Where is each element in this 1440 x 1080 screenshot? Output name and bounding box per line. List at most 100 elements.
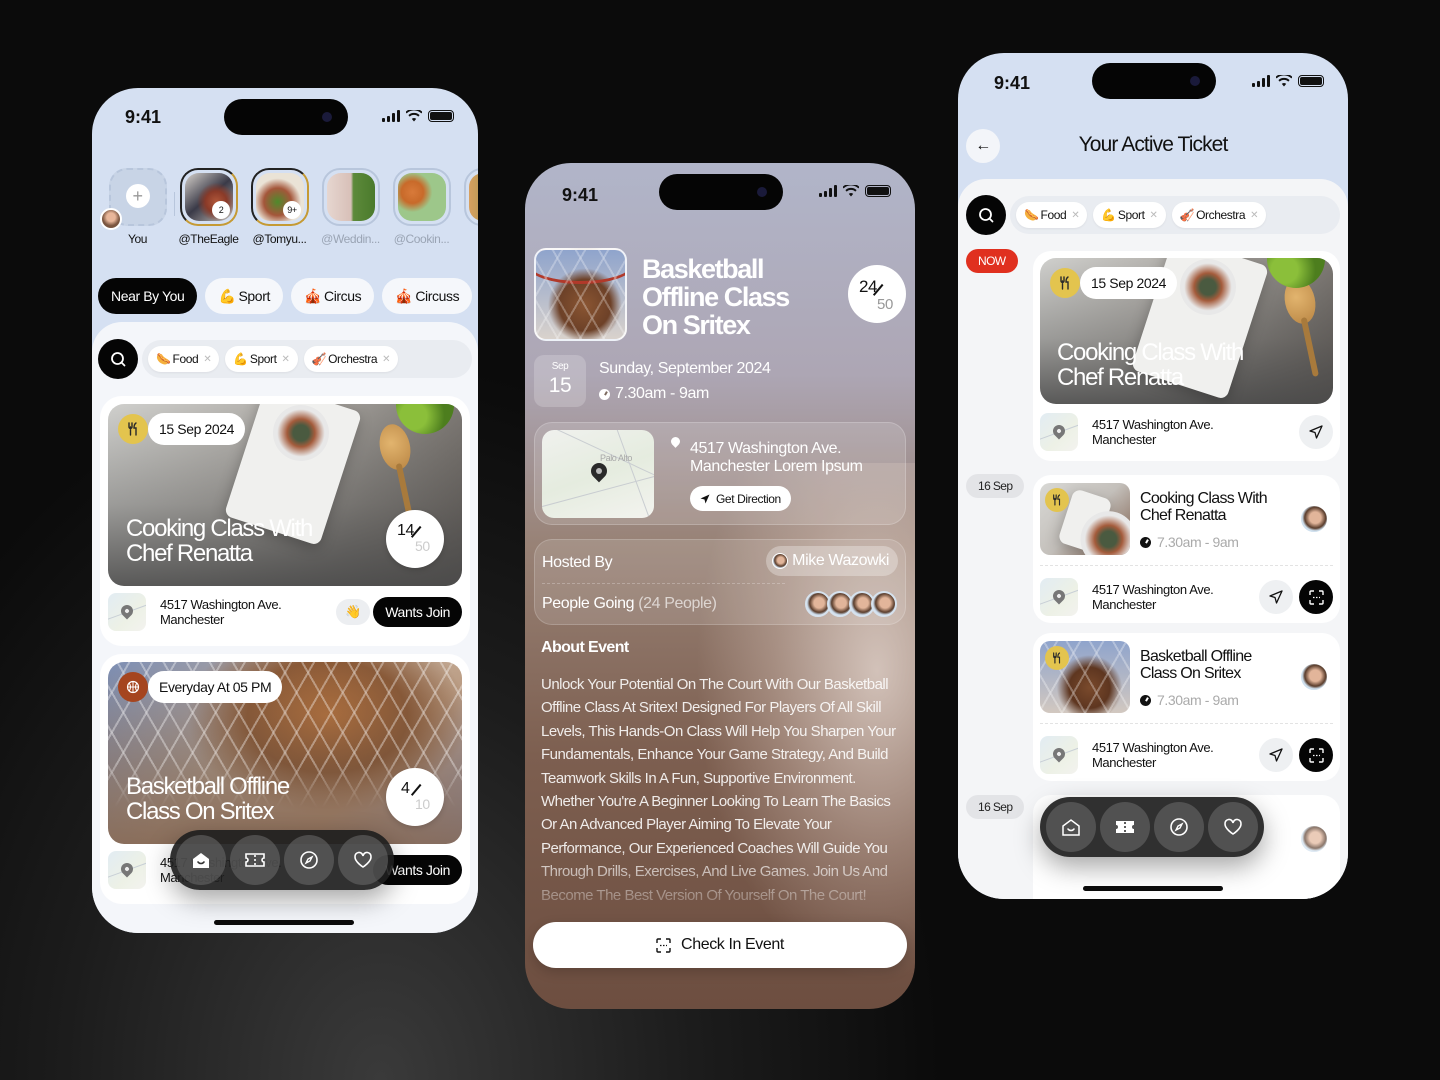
scan-icon [656,937,671,953]
divider [1040,565,1333,566]
event-title: Cooking Class With Chef Renatta [126,515,313,567]
wifi-icon [1276,75,1292,87]
story-item[interactable]: @ [457,168,478,246]
event-card[interactable]: 15 Sep 2024 Cooking Class With Chef Rena… [100,396,470,646]
scan-ticket-button[interactable] [1299,738,1333,772]
nav-favorites[interactable] [1208,802,1258,852]
heart-icon [354,851,372,868]
chip-circus[interactable]: 🎪 Circus [290,278,375,314]
close-icon[interactable]: ✕ [282,354,290,365]
battery-icon [865,185,891,197]
directions-button[interactable] [1299,415,1333,449]
search-icon [111,352,126,367]
filter-tag-sport[interactable]: 💪 Sport ✕ [1093,202,1166,228]
nav-home[interactable] [176,835,226,885]
nav-tickets[interactable] [1100,802,1150,852]
close-icon[interactable]: ✕ [1071,210,1079,221]
chip-near-by-you[interactable]: Near By You [98,278,198,314]
nav-explore[interactable] [1154,802,1204,852]
ticket-card[interactable]: 15 Sep 2024 Cooking Class With Chef Rena… [1033,251,1340,461]
filter-tag-food[interactable]: 🌭 Food ✕ [1016,202,1088,228]
filter-field[interactable]: 🌭 Food ✕ 💪 Sport ✕ 🎻 Orchestra ✕ [1010,196,1340,234]
chip-circuss[interactable]: 🎪 Circuss [382,278,473,314]
filter-tag-orchestra[interactable]: 🎻 Orchestra ✕ [303,346,399,372]
food-category-badge [118,414,148,444]
add-story-button[interactable]: + You [100,168,173,246]
wave-icon: 👋 [345,604,361,619]
violin-icon: 🎻 [1179,208,1195,222]
attendee-avatars[interactable] [805,591,897,617]
ticket-card[interactable]: Cooking Class With Chef Renatta 7.30am -… [1033,475,1340,623]
map-preview[interactable]: Palo Alto [542,430,654,518]
event-image: 15 Sep 2024 Cooking Class With Chef Rena… [1040,258,1333,404]
clock-icon [1140,694,1151,706]
host-avatar [1300,505,1328,533]
dynamic-island [1092,63,1216,99]
search-icon [979,208,994,223]
story-label: You [127,232,148,246]
filter-field[interactable]: 🌭 Food ✕ 💪 Sport ✕ 🎻 Orchestra ✕ [142,340,472,378]
filter-tag-orchestra[interactable]: 🎻 Orchestra ✕ [1171,202,1267,228]
nav-explore[interactable] [284,835,334,885]
event-time: 7.30am - 9am [1140,534,1239,550]
signal-icon [1252,75,1270,87]
map-thumbnail[interactable] [1040,413,1078,451]
basketball-icon [126,680,140,694]
host-chip[interactable]: Mike Wazowki [766,546,898,576]
basketball-category-badge [118,672,148,702]
story-item[interactable]: @Weddin... [315,168,386,246]
close-icon[interactable]: ✕ [203,354,211,365]
wave-button[interactable]: 👋 [336,599,370,625]
ticket-card[interactable]: Basketball Offline Class On Sritex 7.30a… [1033,633,1340,781]
plus-icon: + [125,184,150,208]
nav-tickets[interactable] [230,835,280,885]
map-thumbnail[interactable] [1040,578,1078,616]
check-in-button[interactable]: Check In Event [533,922,907,968]
attendee-count: 4 10 [386,768,444,826]
chip-sport[interactable]: 💪 Sport [205,278,283,314]
search-button[interactable] [966,195,1006,235]
home-screen: 9:41 + You 2 @TheEagle 9+ @Tomyu... @Wed… [92,88,478,933]
host-avatar [1300,825,1328,853]
home-indicator [214,920,354,925]
avatar [871,591,897,617]
nav-favorites[interactable] [338,835,388,885]
nav-home[interactable] [1046,802,1096,852]
food-category-badge [1045,646,1069,670]
event-date-full: Sunday, September 2024 [599,360,771,377]
map-thumbnail[interactable] [1040,736,1078,774]
close-icon[interactable]: ✕ [1250,210,1258,221]
directions-button[interactable] [1259,580,1293,614]
story-item[interactable]: 2 @TheEagle [173,168,244,246]
map-thumbnail[interactable] [108,851,146,889]
host-avatar [772,553,789,569]
get-direction-button[interactable]: Get Direction [690,486,791,511]
event-date: Everyday At 05 PM [148,671,283,703]
divider [542,583,785,584]
heart-icon [1224,818,1242,835]
map-thumbnail[interactable] [108,593,146,631]
category-chips: Near By You 💪Sport 🎪Circus 🎪Circuss • [98,278,478,314]
status-icons [819,185,891,197]
close-icon[interactable]: ✕ [1150,210,1158,221]
scan-ticket-button[interactable] [1299,580,1333,614]
scan-icon [1308,589,1324,605]
host-avatar [1300,663,1328,691]
search-button[interactable] [98,339,138,379]
avatar [100,208,122,230]
bottom-nav [1040,797,1264,857]
story-item[interactable]: @Cookin... [386,168,457,246]
circus-icon: 🎪 [303,287,321,304]
about-text: Unlock Your Potential On The Court With … [541,676,896,904]
signal-icon [382,110,400,122]
sport-icon: 💪 [218,287,236,304]
filter-tag-food[interactable]: 🌭 Food ✕ [148,346,220,372]
close-icon[interactable]: ✕ [382,354,390,365]
ticket-icon [245,853,265,867]
filter-tag-sport[interactable]: 💪 Sport ✕ [225,346,298,372]
directions-button[interactable] [1259,738,1293,772]
host-info-card: Hosted By Mike Wazowki People Going (24 … [534,539,906,625]
story-item[interactable]: 9+ @Tomyu... [244,168,315,246]
sport-icon: 💪 [233,352,248,366]
wants-join-button[interactable]: Wants Join [373,597,462,627]
